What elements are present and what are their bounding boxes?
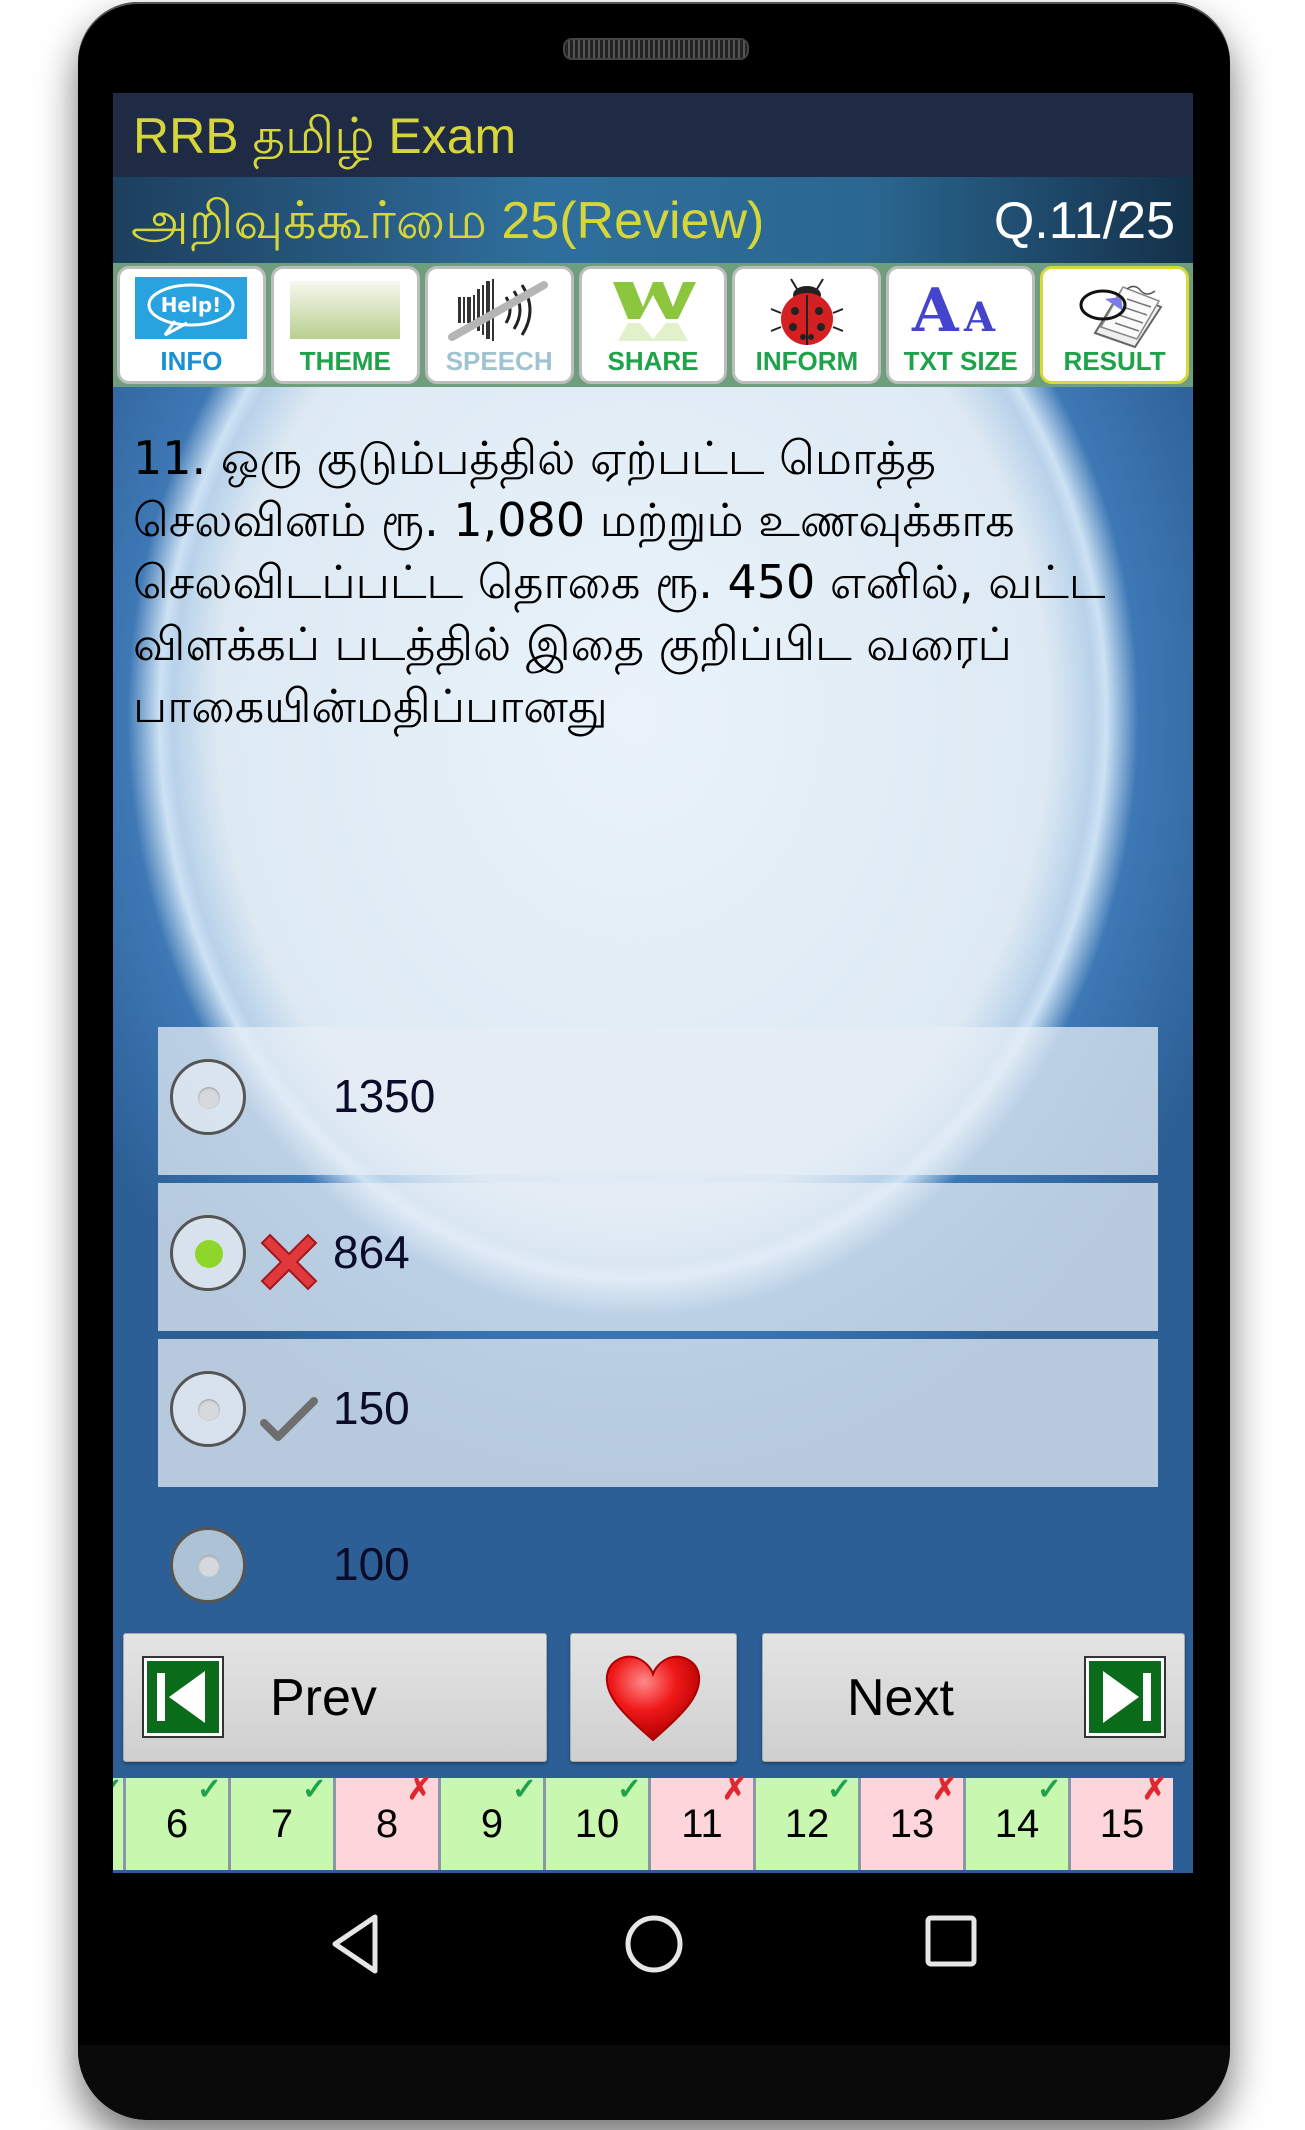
subtitle-bar: அறிவுக்கூர்மை 25(Review) Q.11/25 <box>113 177 1193 263</box>
grid-cell[interactable]: ✗ 8 <box>333 1773 438 1870</box>
home-icon[interactable] <box>623 1913 685 1975</box>
favorite-button[interactable] <box>570 1633 737 1762</box>
text-size-button[interactable]: A A TXT SIZE <box>886 266 1036 384</box>
question-counter: Q.11/25 <box>993 192 1175 250</box>
radio-button[interactable] <box>170 1527 246 1603</box>
text-size-label: TXT SIZE <box>903 346 1018 376</box>
radio-dot <box>198 1399 220 1421</box>
speaker-grille <box>563 38 749 60</box>
options-list: 1350 864 150 100 <box>158 1027 1158 1651</box>
info-button[interactable]: Help! INFO <box>117 266 266 384</box>
navigation-buttons: Prev Next <box>113 1633 1193 1763</box>
question-text: 11. ஒரு குடும்பத்தில் ஏற்பட்ட மொத்த செலவ… <box>133 431 1106 733</box>
cell-number: 8 <box>375 1802 399 1846</box>
recents-icon[interactable] <box>923 1913 979 1969</box>
grid-cell[interactable]: ✓ 7 <box>228 1773 333 1870</box>
grid-cell-5-partial[interactable]: ✓ <box>113 1773 123 1870</box>
phone-chin <box>78 2045 1230 2120</box>
cell-number: 10 <box>574 1802 620 1846</box>
result-label: RESULT <box>1063 346 1166 376</box>
quiz-title: அறிவுக்கூர்மை 25(Review) <box>131 192 765 250</box>
theme-button[interactable]: THEME <box>270 266 420 384</box>
option-4[interactable]: 100 <box>158 1495 1158 1643</box>
radio-dot <box>198 1555 220 1577</box>
option-text: 100 <box>333 1538 410 1590</box>
grid-cell[interactable]: ✓ 12 <box>753 1773 858 1870</box>
cell-number: 9 <box>480 1802 504 1846</box>
theme-swatch-icon <box>290 281 401 339</box>
back-icon[interactable] <box>325 1913 385 1975</box>
heart-icon <box>605 1655 701 1742</box>
grid-cell[interactable]: ✓ 9 <box>438 1773 543 1870</box>
svg-text:A: A <box>963 294 996 339</box>
app-title: RRB தமிழ் Exam <box>133 108 517 164</box>
ladybug-icon <box>770 278 844 345</box>
info-label: INFO <box>160 346 223 376</box>
question-grid: ✓ ✓6 ✓7 ✗8 ✓9 ✓10 ✗11 ✓12 ✗13 ✓14 ✗15 <box>113 1773 1193 1870</box>
option-text: 1350 <box>333 1070 436 1122</box>
prev-arrow-icon <box>142 1656 224 1738</box>
next-button[interactable]: Next <box>762 1633 1185 1762</box>
option-3[interactable]: 150 <box>158 1339 1158 1487</box>
correct-check-icon <box>260 1397 318 1441</box>
share-w-icon <box>613 282 696 341</box>
speech-label: SPEECH <box>445 346 553 376</box>
svg-text:Help!: Help! <box>161 293 222 317</box>
share-button[interactable]: SHARE <box>578 266 728 384</box>
cell-number: 12 <box>784 1802 830 1846</box>
correct-check-icon: ✓ <box>113 1772 123 1807</box>
grid-cell[interactable]: ✗ 15 <box>1068 1773 1173 1870</box>
grid-cell[interactable]: ✓ 6 <box>123 1773 228 1870</box>
theme-label: THEME <box>299 346 391 376</box>
cell-number: 6 <box>165 1802 189 1846</box>
toolbar: Help! INFO THEME SPEECH SHARE INFORM A A… <box>113 263 1193 387</box>
radio-button[interactable] <box>170 1371 246 1447</box>
next-label: Next <box>847 1669 954 1727</box>
radio-button-selected[interactable] <box>170 1215 246 1291</box>
cell-number: 13 <box>889 1802 935 1846</box>
result-button[interactable]: RESULT <box>1040 266 1190 384</box>
next-arrow-icon <box>1084 1656 1166 1738</box>
inform-button[interactable]: INFORM <box>732 266 882 384</box>
radio-dot <box>198 1087 220 1109</box>
svg-text:A: A <box>911 277 960 339</box>
android-navigation-bar <box>113 1873 1193 2045</box>
share-label: SHARE <box>607 346 699 376</box>
option-1[interactable]: 1350 <box>158 1027 1158 1175</box>
option-2[interactable]: 864 <box>158 1183 1158 1331</box>
prev-button[interactable]: Prev <box>123 1633 547 1762</box>
radio-dot <box>195 1240 223 1268</box>
prev-label: Prev <box>270 1669 377 1727</box>
grid-cell[interactable]: ✓ 10 <box>543 1773 648 1870</box>
option-text: 150 <box>333 1382 410 1434</box>
text-size-icon: A A <box>911 277 996 339</box>
help-bubble-icon: Help! <box>135 277 248 339</box>
result-report-icon <box>1079 285 1163 349</box>
radio-button[interactable] <box>170 1059 246 1135</box>
app-screen: RRB தமிழ் Exam அறிவுக்கூர்மை 25(Review) … <box>113 93 1193 1873</box>
cell-number: 11 <box>681 1802 723 1846</box>
speech-button[interactable]: SPEECH <box>424 266 574 384</box>
speaker-muted-icon <box>448 279 549 341</box>
option-text: 864 <box>333 1226 410 1278</box>
inform-label: INFORM <box>755 346 859 376</box>
cell-number: 14 <box>994 1802 1040 1846</box>
grid-cell-current[interactable]: ✗ 11 <box>648 1773 753 1870</box>
wrong-x-icon <box>260 1233 318 1291</box>
cell-number: 7 <box>270 1802 294 1846</box>
title-bar: RRB தமிழ் Exam <box>113 93 1193 177</box>
cell-number: 15 <box>1099 1802 1145 1846</box>
grid-cell[interactable]: ✗ 13 <box>858 1773 963 1870</box>
grid-cell[interactable]: ✓ 14 <box>963 1773 1068 1870</box>
